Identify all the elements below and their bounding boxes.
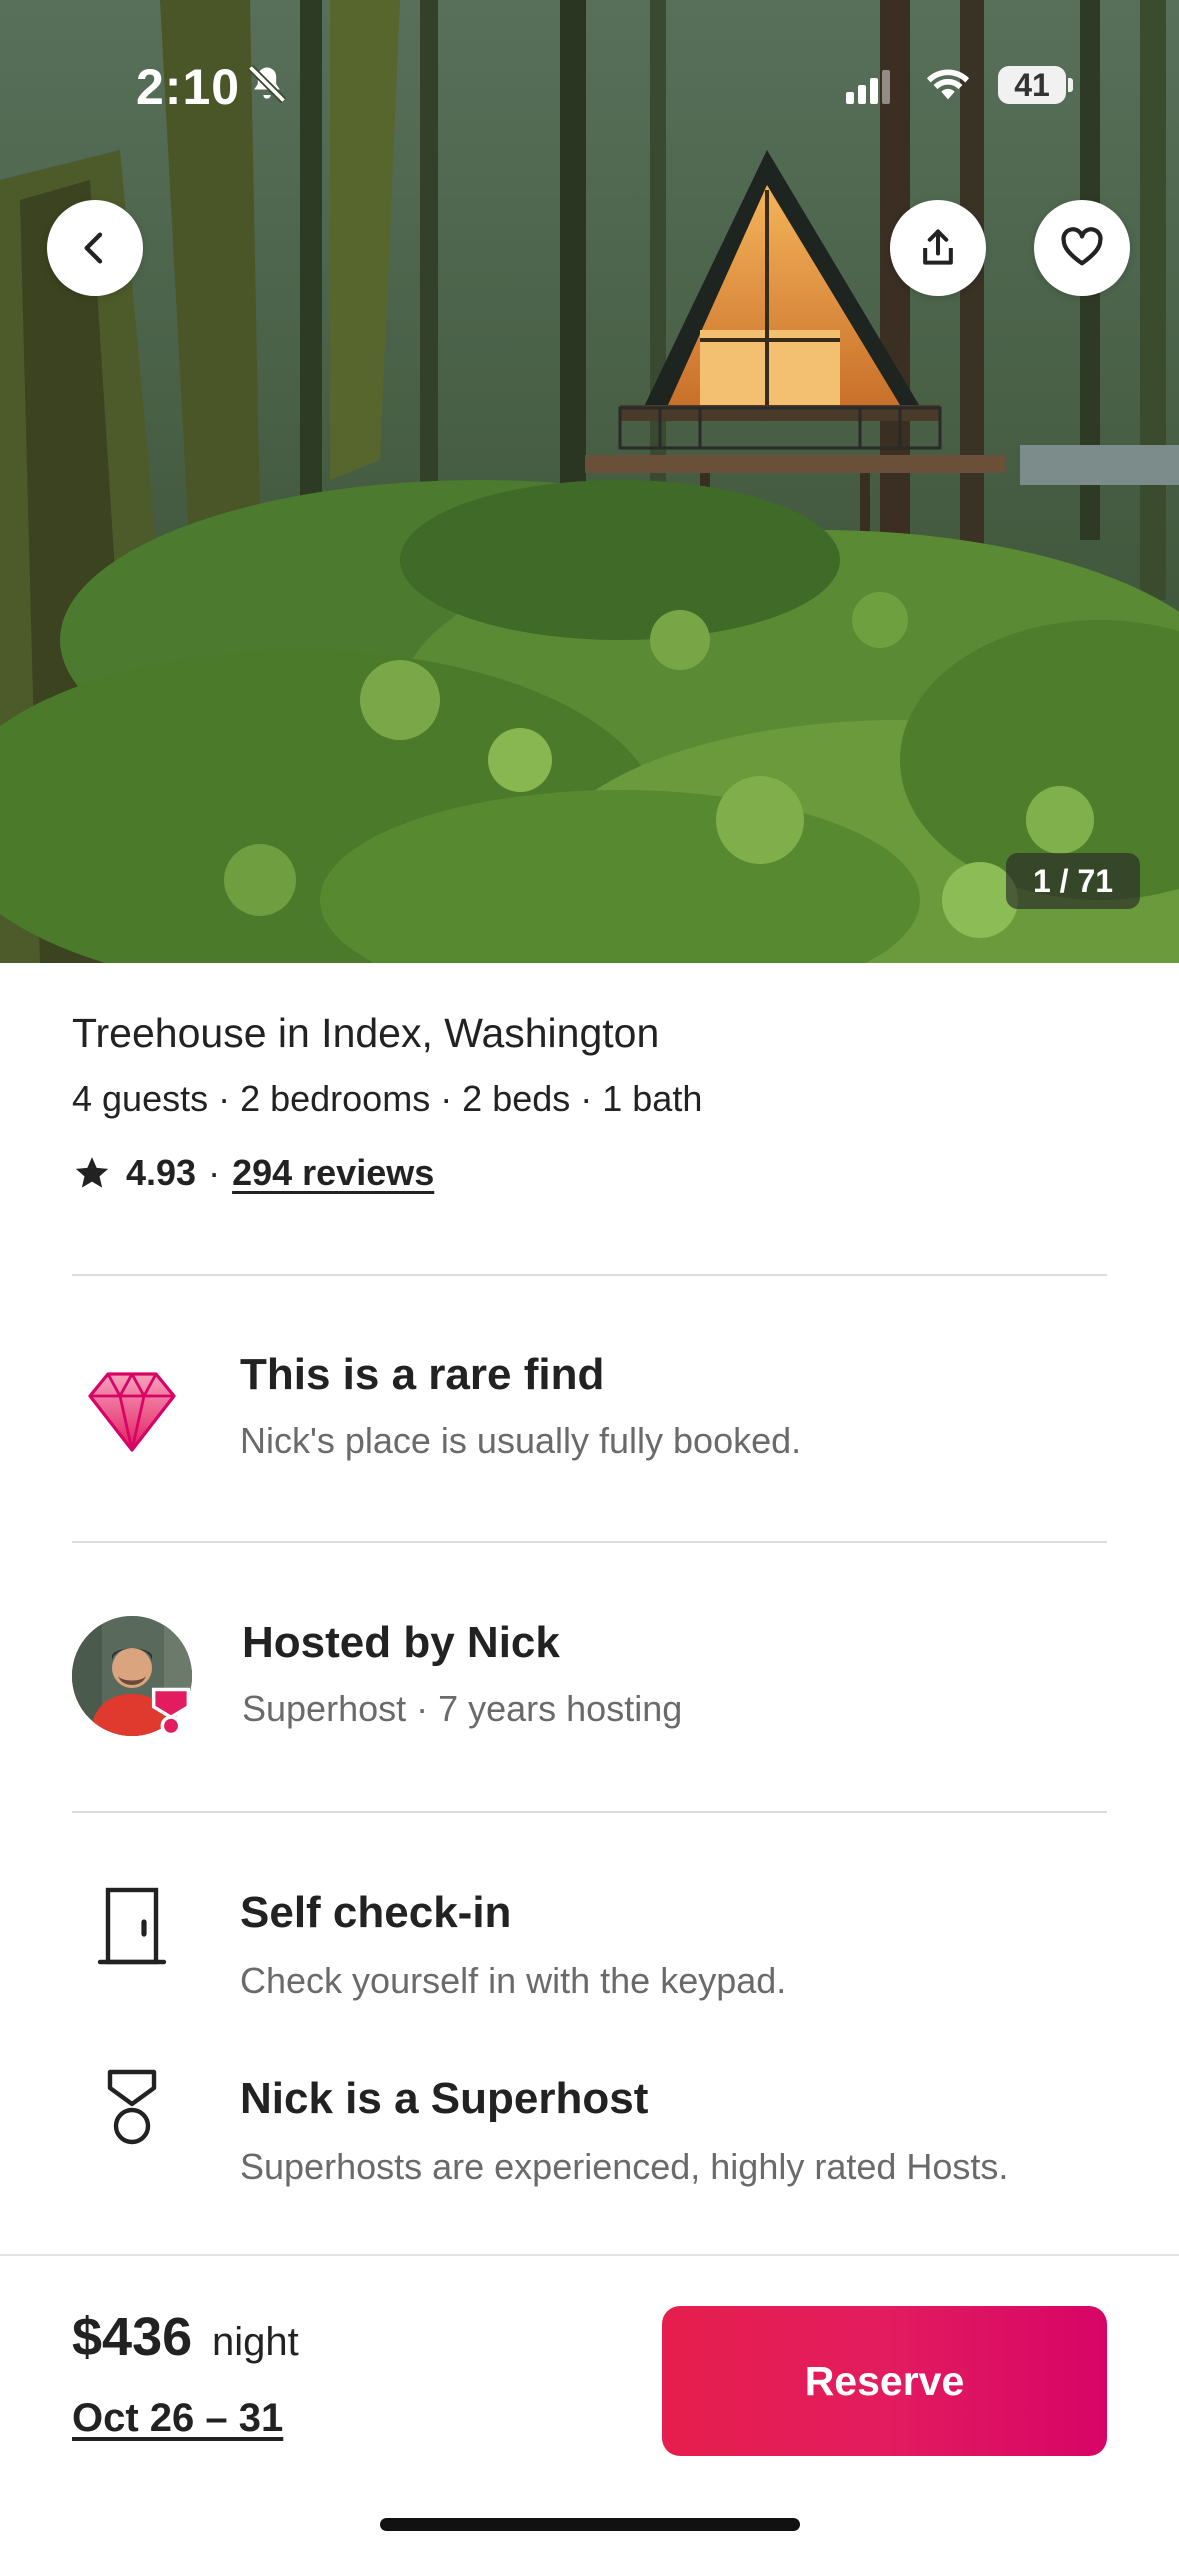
signal-icon xyxy=(846,70,890,104)
self-checkin-subtitle: Check yourself in with the keypad. xyxy=(240,1960,787,2001)
price-unit: night xyxy=(212,2320,299,2364)
home-indicator[interactable] xyxy=(380,2518,800,2531)
host-title: Hosted by Nick xyxy=(242,1618,560,1667)
rare-find-subtitle: Nick's place is usually fully booked. xyxy=(240,1420,802,1461)
status-bar: 2:10 41 xyxy=(0,0,1179,150)
share-icon xyxy=(923,229,953,265)
rating-score: 4.93 xyxy=(126,1152,197,1193)
rare-find-title: This is a rare find xyxy=(240,1350,605,1399)
rating-row: 4.93 · 294 reviews xyxy=(72,1152,434,1194)
divider xyxy=(72,1274,1107,1276)
superhost-badge-icon xyxy=(151,1687,191,1737)
hero-photo[interactable]: 2:10 41 1 / 71 xyxy=(0,0,1179,963)
bell-muted-icon xyxy=(247,64,287,104)
diamond-icon xyxy=(88,1372,176,1452)
status-time: 2:10 xyxy=(136,59,241,115)
heart-icon xyxy=(1061,227,1103,266)
booking-bar: $436 night Oct 26 – 31 Reserve xyxy=(0,2254,1179,2558)
listing-details: 4 guests · 2 bedrooms · 2 beds · 1 bath xyxy=(72,1078,703,1119)
listing-title: Treehouse in Index, Washington xyxy=(72,1010,660,1056)
photo-counter: 1 / 71 xyxy=(1006,853,1140,909)
rating-separator: · xyxy=(208,1152,221,1193)
star-icon xyxy=(75,1157,109,1188)
self-checkin-title: Self check-in xyxy=(240,1888,512,1937)
battery-indicator: 41 xyxy=(998,66,1073,104)
chevron-left-icon xyxy=(84,232,103,264)
superhost-title: Nick is a Superhost xyxy=(240,2074,649,2123)
medal-icon xyxy=(107,2069,157,2145)
superhost-subtitle: Superhosts are experienced, highly rated… xyxy=(240,2146,1009,2187)
selected-dates-link[interactable]: Oct 26 – 31 xyxy=(72,2396,283,2441)
reserve-button[interactable]: Reserve xyxy=(662,2306,1107,2456)
host-subtitle: Superhost · 7 years hosting xyxy=(242,1688,683,1729)
share-button[interactable] xyxy=(890,200,986,296)
back-button[interactable] xyxy=(47,200,143,296)
nightly-price: $436 xyxy=(72,2307,193,2367)
divider xyxy=(72,1541,1107,1543)
reviews-link[interactable]: 294 reviews xyxy=(232,1152,434,1194)
door-icon xyxy=(97,1887,167,1965)
wifi-icon xyxy=(926,69,970,100)
save-wishlist-button[interactable] xyxy=(1034,200,1130,296)
divider xyxy=(72,1811,1107,1813)
